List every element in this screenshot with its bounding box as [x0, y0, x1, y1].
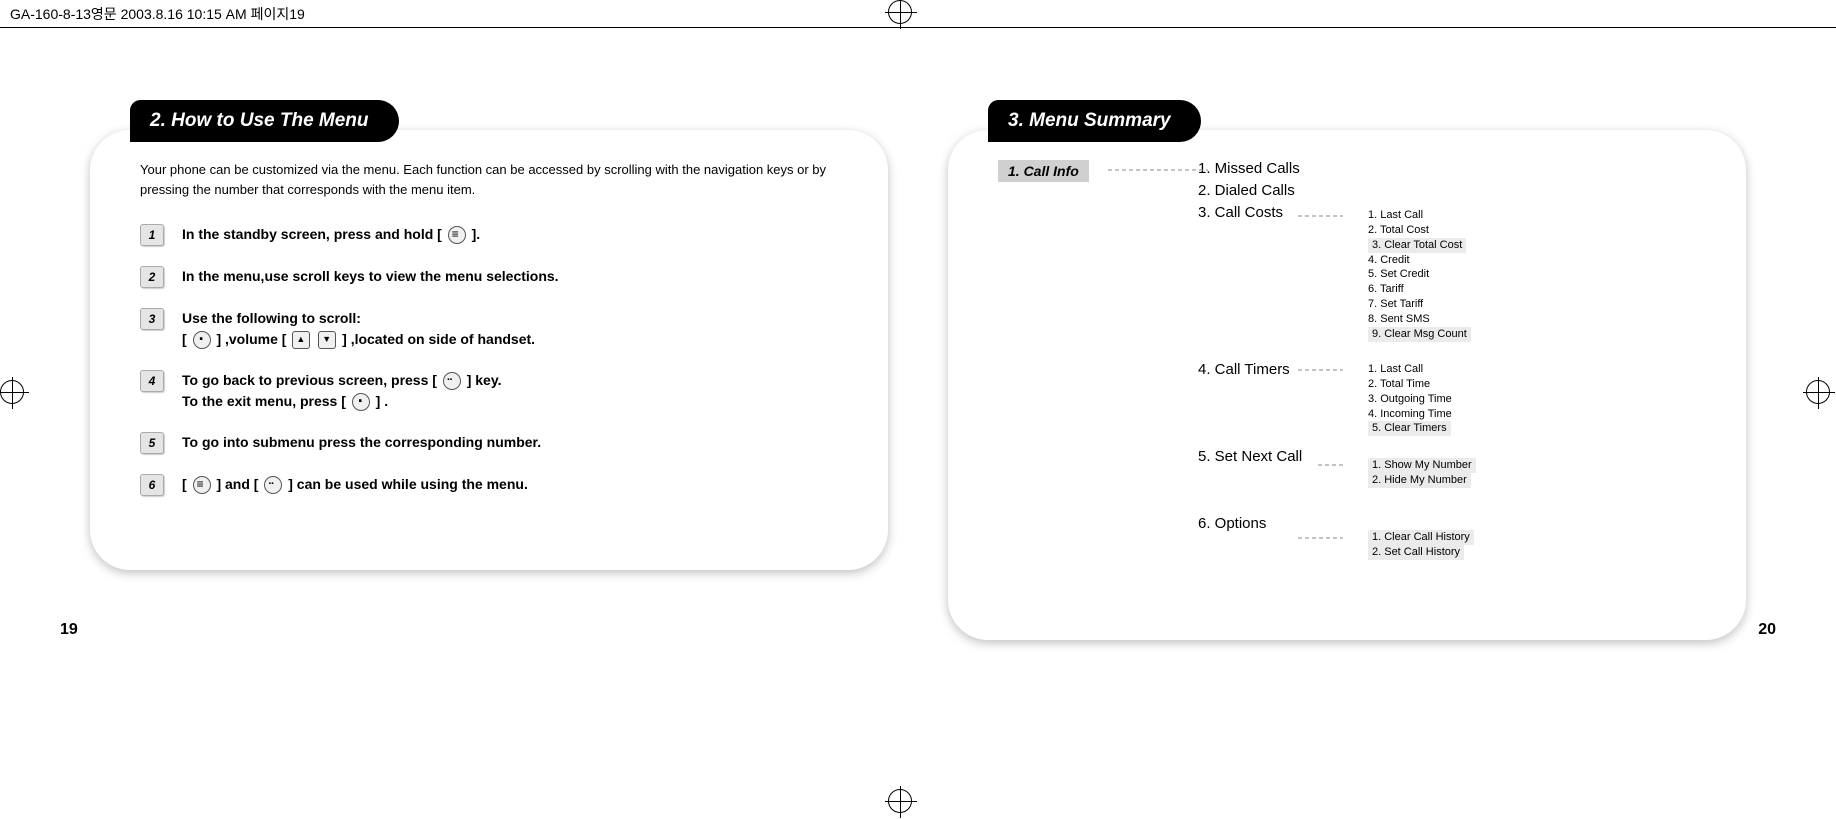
list-item: 2. Hide My Number: [1368, 473, 1476, 488]
list-item: 5. Set Credit: [1368, 267, 1471, 282]
content-card: Your phone can be customized via the men…: [90, 130, 888, 570]
list-item: 1. Missed Calls: [1198, 160, 1368, 177]
step-number: 1: [140, 224, 164, 246]
nav-key-icon: [193, 331, 211, 349]
list-item: 2. Total Time: [1368, 377, 1452, 392]
step-6: 6 [ ] and [ ] can be used while using th…: [140, 474, 848, 496]
step-3: 3 Use the following to scroll: [ ] ,volu…: [140, 308, 848, 350]
step-body: To go into submenu press the correspondi…: [182, 432, 541, 453]
text: ] .: [376, 393, 388, 409]
list-item: 3. Clear Total Cost: [1368, 238, 1471, 253]
spread: 2. How to Use The Menu Your phone can be…: [60, 50, 1776, 769]
text: ] ,located on side of handset.: [342, 331, 535, 347]
list-item: 3. Call Costs: [1198, 204, 1368, 221]
step-list: 1 In the standby screen, press and hold …: [140, 224, 848, 496]
text: ] and [: [216, 476, 258, 492]
list-item: 1. Last Call: [1368, 362, 1452, 377]
back-key-icon: [264, 476, 282, 494]
list-item: 4. Incoming Time: [1368, 407, 1452, 422]
list-item: 7. Set Tariff: [1368, 297, 1471, 312]
step-body: Use the following to scroll: [ ] ,volume…: [182, 308, 535, 350]
menu-tree: 1. Call Info 1. Missed Calls 2. Dialed C…: [998, 160, 1706, 590]
step-body: In the menu,use scroll keys to view the …: [182, 266, 559, 287]
exit-key-icon: [352, 393, 370, 411]
step-number: 4: [140, 370, 164, 392]
text: To go back to previous screen, press [: [182, 372, 437, 388]
list-item: 2. Dialed Calls: [1198, 182, 1368, 199]
list-item: 4. Call Timers: [1198, 361, 1368, 378]
step-5: 5 To go into submenu press the correspon…: [140, 432, 848, 454]
menu-key-icon: [193, 476, 211, 494]
page-number: 20: [1758, 621, 1776, 639]
back-key-icon: [443, 372, 461, 390]
submenu-options: 1. Clear Call History 2. Set Call Histor…: [1368, 530, 1474, 560]
registration-mark-icon: [888, 789, 912, 813]
content-card: 1. Call Info 1. Missed Calls 2. Dialed C…: [948, 130, 1746, 640]
volume-down-icon: [318, 331, 336, 349]
list-item: 1. Last Call: [1368, 208, 1471, 223]
page-left: 2. How to Use The Menu Your phone can be…: [60, 50, 918, 769]
tree-level-1: 1. Call Info: [998, 160, 1198, 182]
text: ] ,volume [: [216, 331, 286, 347]
root-menu-item: 1. Call Info: [998, 160, 1089, 182]
page-title: 3. Menu Summary: [988, 100, 1201, 142]
list-item: 4. Credit: [1368, 253, 1471, 268]
step-body: In the standby screen, press and hold [ …: [182, 224, 480, 245]
step-1: 1 In the standby screen, press and hold …: [140, 224, 848, 246]
print-header: GA-160-8-13영문 2003.8.16 10:15 AM 페이지19: [0, 0, 1836, 28]
list-item: 2. Total Cost: [1368, 223, 1471, 238]
list-item: 2. Set Call History: [1368, 545, 1474, 560]
text: Use the following to scroll:: [182, 310, 361, 326]
step-4: 4 To go back to previous screen, press […: [140, 370, 848, 412]
tree-level-2: 1. Missed Calls 2. Dialed Calls 3. Call …: [1198, 160, 1368, 590]
step-number: 6: [140, 474, 164, 496]
text: [: [182, 476, 187, 492]
list-item: 1. Clear Call History: [1368, 530, 1474, 545]
file-info: GA-160-8-13영문 2003.8.16 10:15 AM 페이지19: [10, 4, 305, 24]
registration-mark-icon: [0, 380, 24, 404]
registration-mark-icon: [1806, 380, 1830, 404]
step-number: 5: [140, 432, 164, 454]
step-number: 3: [140, 308, 164, 330]
step-2: 2 In the menu,use scroll keys to view th…: [140, 266, 848, 288]
submenu-call-timers: 1. Last Call 2. Total Time 3. Outgoing T…: [1368, 362, 1452, 436]
step-number: 2: [140, 266, 164, 288]
list-item: 6. Options: [1198, 515, 1368, 532]
list-item: 5. Clear Timers: [1368, 421, 1452, 436]
text: To the exit menu, press [: [182, 393, 346, 409]
step-body: [ ] and [ ] can be used while using the …: [182, 474, 528, 495]
list-item: 1. Show My Number: [1368, 458, 1476, 473]
list-item: 9. Clear Msg Count: [1368, 327, 1471, 342]
step-body: To go back to previous screen, press [ ]…: [182, 370, 501, 412]
page-number: 19: [60, 621, 78, 639]
volume-up-icon: [292, 331, 310, 349]
intro-text: Your phone can be customized via the men…: [140, 160, 848, 199]
list-item: 8. Sent SMS: [1368, 312, 1471, 327]
submenu-set-next-call: 1. Show My Number 2. Hide My Number: [1368, 458, 1476, 488]
text: In the standby screen, press and hold [: [182, 226, 442, 242]
page-title: 2. How to Use The Menu: [130, 100, 399, 142]
text: [: [182, 331, 187, 347]
text: ] key.: [467, 372, 502, 388]
page-right: 3. Menu Summary 1. Call Info 1. Missed C…: [918, 50, 1776, 769]
text: ] can be used while using the menu.: [288, 476, 528, 492]
submenu-call-costs: 1. Last Call 2. Total Cost 3. Clear Tota…: [1368, 208, 1471, 342]
list-item: 6. Tariff: [1368, 282, 1471, 297]
menu-key-icon: [448, 226, 466, 244]
text: ].: [472, 226, 481, 242]
list-item: 5. Set Next Call: [1198, 448, 1368, 465]
list-item: 3. Outgoing Time: [1368, 392, 1452, 407]
